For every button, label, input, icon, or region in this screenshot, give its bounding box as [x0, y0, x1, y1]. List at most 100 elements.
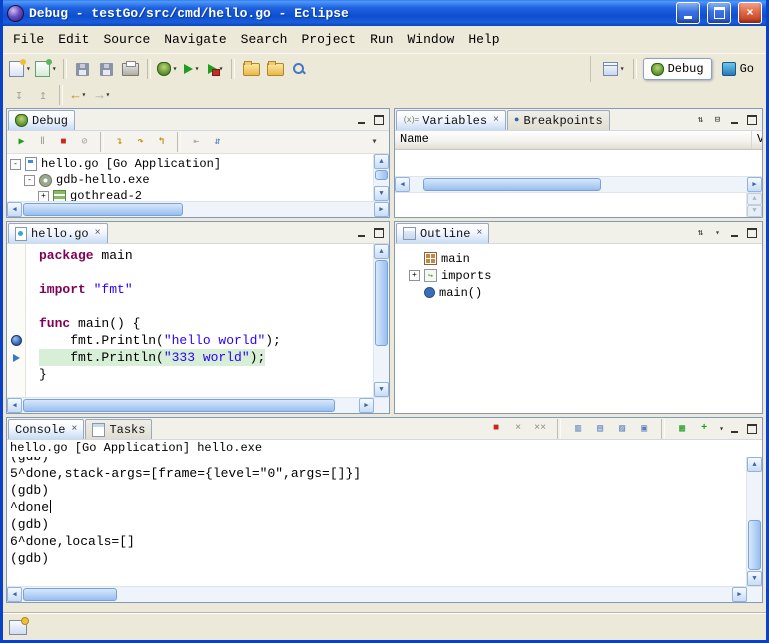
title-bar[interactable]: Debug - testGo/src/cmd/hello.go - Eclips…	[3, 0, 766, 26]
print-button[interactable]	[119, 58, 143, 80]
scroll-thumb[interactable]	[375, 260, 388, 346]
debug-tree-row[interactable]: +gothread-2	[7, 188, 373, 201]
maximize-view-button[interactable]	[745, 114, 758, 126]
scroll-lock-button[interactable]: ▤	[591, 420, 609, 437]
close-tab-icon[interactable]: ×	[476, 228, 482, 239]
menu-item-source[interactable]: Source	[96, 29, 157, 50]
dropdown-icon[interactable]: ▾	[620, 64, 625, 74]
menu-item-navigate[interactable]: Navigate	[157, 29, 233, 50]
perspective-debug[interactable]: Debug	[643, 58, 712, 80]
tree-expander[interactable]: -	[10, 159, 21, 170]
close-tab-icon[interactable]: ×	[71, 424, 77, 435]
scroll-down-button[interactable]: ▼	[747, 205, 762, 217]
close-button[interactable]: ×	[738, 2, 762, 24]
menu-item-help[interactable]: Help	[461, 29, 506, 50]
open-console-button[interactable]: +	[695, 420, 713, 437]
outline-item[interactable]: +↪imports	[409, 267, 762, 284]
variables-detail-pane[interactable]: ▲ ▼	[395, 192, 762, 217]
console-output[interactable]: (gdb) 5^done,stack-args=[frame={level="0…	[7, 457, 746, 586]
suspend-button[interactable]: Ⅱ	[33, 133, 52, 151]
scroll-left-button[interactable]: ◀	[7, 398, 22, 413]
save-button[interactable]	[71, 58, 95, 80]
variables-tree[interactable]	[395, 150, 762, 176]
scroll-thumb[interactable]	[748, 520, 761, 570]
scroll-left-button[interactable]: ◀	[7, 202, 22, 217]
external-tools-button[interactable]: ▾	[203, 58, 227, 80]
tab-outline[interactable]: Outline ×	[396, 223, 489, 243]
clear-console-button[interactable]: ▥	[569, 420, 587, 437]
dropdown-icon[interactable]: ▾	[173, 64, 178, 74]
minimize-view-button[interactable]	[355, 114, 368, 126]
scroll-left-button[interactable]: ◀	[395, 177, 410, 192]
scroll-thumb[interactable]	[375, 170, 388, 180]
close-tab-icon[interactable]: ×	[493, 115, 499, 126]
editor-gutter[interactable]	[7, 244, 26, 397]
tab-console[interactable]: Console ×	[8, 419, 84, 439]
scroll-right-button[interactable]: ▶	[374, 202, 389, 217]
new-wizard-button[interactable]: ▾	[7, 58, 33, 80]
outline-item[interactable]: main	[409, 250, 762, 267]
show-type-names-button[interactable]: ⇅	[694, 114, 707, 126]
tab-hello-go[interactable]: hello.go ×	[8, 223, 108, 243]
collapse-all-button[interactable]: ⊟	[711, 114, 724, 126]
tree-expander[interactable]: +	[409, 270, 420, 281]
maximize-view-button[interactable]	[372, 114, 385, 126]
dropdown-icon[interactable]: ▾	[81, 90, 86, 100]
outline-item[interactable]: main()	[409, 284, 762, 301]
minimize-view-button[interactable]	[728, 114, 741, 126]
pin-console-button[interactable]: ▣	[635, 420, 653, 437]
tree-expander[interactable]: +	[38, 191, 49, 202]
minimize-view-button[interactable]	[728, 423, 741, 435]
new-go-element-button[interactable]: ▾	[33, 58, 59, 80]
terminate-button[interactable]: ■	[487, 420, 505, 437]
debug-tree[interactable]: -hello.go [Go Application]-gdb-hello.exe…	[7, 154, 373, 201]
maximize-view-button[interactable]	[745, 227, 758, 239]
minimize-button[interactable]	[676, 2, 700, 24]
dropdown-icon[interactable]: ▾	[105, 90, 110, 100]
tree-expander[interactable]: -	[24, 175, 35, 186]
dropdown-icon[interactable]: ▾	[195, 64, 200, 74]
dropdown-icon[interactable]: ▾	[52, 64, 57, 74]
fast-view-icon[interactable]	[9, 620, 27, 635]
menu-item-project[interactable]: Project	[294, 29, 363, 50]
scroll-thumb[interactable]	[23, 203, 183, 216]
tab-tasks[interactable]: Tasks	[85, 419, 152, 439]
debug-tree-row[interactable]: -hello.go [Go Application]	[7, 156, 373, 172]
prev-annotation-button[interactable]: ↥	[31, 84, 55, 106]
next-annotation-button[interactable]: ↧	[7, 84, 31, 106]
maximize-button[interactable]	[707, 2, 731, 24]
dropdown-icon[interactable]: ▾	[719, 424, 724, 434]
scroll-up-button[interactable]: ▲	[374, 244, 389, 259]
step-return-button[interactable]: ↰	[152, 133, 171, 151]
scroll-left-button[interactable]: ◀	[7, 587, 22, 602]
resume-button[interactable]: ▶	[12, 133, 31, 151]
open-resource-button[interactable]	[263, 58, 287, 80]
disconnect-button[interactable]: ⊘	[75, 133, 94, 151]
menu-item-run[interactable]: Run	[363, 29, 400, 50]
word-wrap-button[interactable]: ▨	[613, 420, 631, 437]
scroll-down-button[interactable]: ▼	[747, 571, 762, 586]
column-name[interactable]: Name	[395, 131, 752, 149]
scroll-thumb[interactable]	[23, 588, 117, 601]
outline-tree[interactable]: main+↪importsmain()	[395, 244, 762, 413]
scroll-up-button[interactable]: ▲	[374, 154, 389, 169]
tab-variables[interactable]: (x)= Variables ×	[396, 110, 506, 130]
maximize-view-button[interactable]	[372, 227, 385, 239]
sort-button[interactable]: ⇅	[694, 227, 707, 239]
open-folder-button[interactable]	[239, 58, 263, 80]
step-into-button[interactable]: ↴	[110, 133, 129, 151]
remove-all-launches-button[interactable]: ××	[531, 420, 549, 437]
open-perspective-button[interactable]: ▾	[601, 58, 627, 80]
remove-launch-button[interactable]: ×	[509, 420, 527, 437]
terminate-button[interactable]: ■	[54, 133, 73, 151]
column-value[interactable]: Value	[752, 131, 762, 149]
minimize-view-button[interactable]	[355, 227, 368, 239]
scroll-up-button[interactable]: ▲	[747, 193, 762, 205]
view-menu-button[interactable]: ▾	[365, 133, 384, 151]
scroll-right-button[interactable]: ▶	[732, 587, 747, 602]
search-button[interactable]	[287, 58, 311, 80]
debug-launch-button[interactable]: ▾	[155, 58, 180, 80]
menu-item-window[interactable]: Window	[401, 29, 462, 50]
forward-button[interactable]: →▾	[91, 84, 115, 106]
step-filters-button[interactable]: ⇵	[208, 133, 227, 151]
